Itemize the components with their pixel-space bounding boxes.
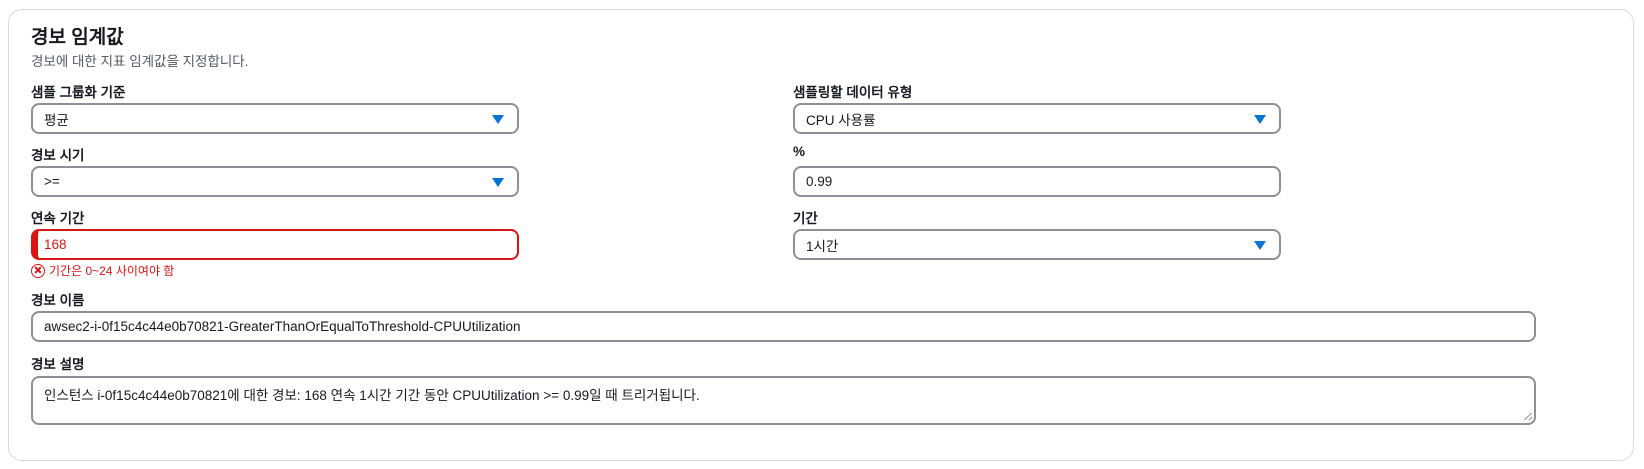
alarm-description-value: 인스턴스 i-0f15c4c44e0b70821에 대한 경보: 168 연속 …: [44, 388, 700, 403]
alarm-name-value: awsec2-i-0f15c4c44e0b70821-GreaterThanOr…: [44, 319, 521, 334]
percent-value: 0.99: [806, 174, 833, 189]
percent-input[interactable]: 0.99: [793, 166, 1281, 197]
resize-handle-icon[interactable]: [1522, 411, 1532, 421]
alarm-name-input[interactable]: awsec2-i-0f15c4c44e0b70821-GreaterThanOr…: [31, 311, 1536, 342]
data-type-value: CPU 사용률: [806, 112, 876, 128]
consecutive-value: 168: [44, 237, 67, 252]
caret-down-icon: [1254, 241, 1266, 250]
grouping-value: 평균: [44, 112, 69, 128]
alarm-description-textarea[interactable]: 인스턴스 i-0f15c4c44e0b70821에 대한 경보: 168 연속 …: [31, 376, 1536, 425]
section-title: 경보 임계값: [31, 27, 124, 48]
alarm-when-select[interactable]: >=: [31, 166, 519, 197]
consecutive-error: 기간은 0~24 사이여야 함: [31, 262, 174, 279]
section-subtitle: 경보에 대한 지표 임계값을 지정합니다.: [31, 54, 249, 69]
consecutive-label: 연속 기간: [31, 211, 85, 226]
data-type-label: 샘플링할 데이터 유형: [793, 85, 913, 100]
period-value: 1시간: [806, 238, 839, 254]
period-select[interactable]: 1시간: [793, 229, 1281, 260]
caret-down-icon: [1254, 115, 1266, 124]
caret-down-icon: [492, 115, 504, 124]
grouping-label: 샘플 그룹화 기준: [31, 85, 126, 100]
alarm-when-label: 경보 시기: [31, 148, 85, 163]
alarm-when-value: >=: [44, 174, 60, 189]
consecutive-input[interactable]: 168: [31, 229, 519, 260]
caret-down-icon: [492, 178, 504, 187]
percent-label: %: [793, 144, 806, 159]
period-label: 기간: [793, 211, 818, 226]
error-circle-icon: [31, 263, 45, 278]
grouping-select[interactable]: 평균: [31, 103, 519, 134]
alarm-name-label: 경보 이름: [31, 293, 85, 308]
alarm-description-label: 경보 설명: [31, 357, 85, 372]
consecutive-error-text: 기간은 0~24 사이여야 함: [49, 264, 175, 278]
data-type-select[interactable]: CPU 사용률: [793, 103, 1281, 134]
